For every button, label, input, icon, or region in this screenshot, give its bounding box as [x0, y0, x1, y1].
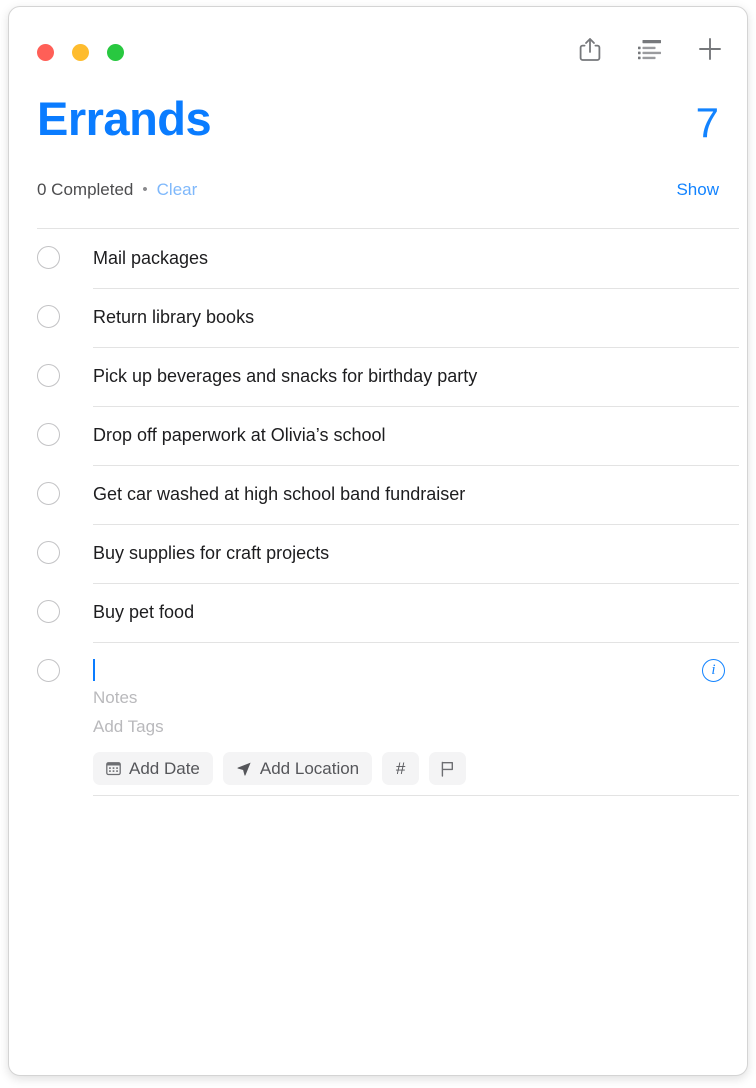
flag-button[interactable]: [429, 752, 467, 785]
maximize-window-button[interactable]: [107, 44, 124, 61]
info-icon: i: [711, 662, 716, 678]
list-header: Errands 7: [9, 89, 747, 175]
reminder-info-button[interactable]: i: [702, 659, 725, 682]
clear-completed-button[interactable]: Clear: [157, 175, 198, 205]
reminder-row[interactable]: Get car washed at high school band fundr…: [37, 465, 739, 524]
complete-circle-icon[interactable]: [37, 482, 60, 505]
reminder-row[interactable]: Buy supplies for craft projects: [37, 524, 739, 583]
reminder-title[interactable]: Return library books: [93, 288, 254, 347]
page-title: Errands: [37, 92, 212, 145]
reminders-window: Errands 7 0 Completed • Clear Show Mail …: [8, 6, 748, 1076]
new-reminder-body: Notes Add Tags Add Date Add Location #: [93, 642, 739, 785]
complete-circle-icon[interactable]: [37, 423, 60, 446]
complete-circle-icon[interactable]: [37, 600, 60, 623]
close-window-button[interactable]: [37, 44, 54, 61]
reminder-row[interactable]: Pick up beverages and snacks for birthda…: [37, 347, 739, 406]
complete-circle-icon[interactable]: [37, 541, 60, 564]
add-date-label: Add Date: [129, 758, 200, 778]
reminder-title[interactable]: Buy supplies for craft projects: [93, 524, 329, 583]
window-controls: [37, 44, 124, 61]
new-reminder-row[interactable]: Notes Add Tags Add Date Add Location # i: [37, 642, 739, 795]
reminder-title[interactable]: Buy pet food: [93, 583, 194, 642]
text-cursor: [93, 659, 95, 681]
add-location-label: Add Location: [259, 758, 360, 778]
new-reminder-title-input[interactable]: [93, 657, 739, 683]
reminder-title[interactable]: Drop off paperwork at Olivia’s school: [93, 406, 385, 465]
calendar-icon: [106, 762, 121, 776]
quick-actions-row: Add Date Add Location #: [93, 752, 739, 785]
plus-icon: [699, 38, 721, 60]
complete-circle-icon[interactable]: [37, 659, 60, 682]
reminder-row[interactable]: Mail packages: [37, 229, 739, 288]
reminder-row[interactable]: Drop off paperwork at Olivia’s school: [37, 406, 739, 465]
list-options-icon: [638, 40, 661, 60]
list-bottom-divider: [93, 795, 739, 796]
reminder-row[interactable]: Return library books: [37, 288, 739, 347]
share-icon: [579, 37, 601, 61]
hashtag-icon: #: [395, 758, 406, 778]
share-button[interactable]: [575, 33, 605, 65]
meta-separator: •: [142, 181, 148, 198]
notes-field[interactable]: Notes: [93, 683, 739, 712]
location-arrow-icon: [237, 762, 251, 776]
reminder-count: 7: [695, 99, 719, 146]
show-completed-button[interactable]: Show: [676, 175, 719, 205]
toolbar-actions: [575, 33, 725, 65]
reminder-title[interactable]: Mail packages: [93, 229, 208, 288]
reminder-title[interactable]: Pick up beverages and snacks for birthda…: [93, 347, 477, 406]
add-reminder-button[interactable]: [695, 33, 725, 65]
reminder-row[interactable]: Buy pet food: [37, 583, 739, 642]
minimize-window-button[interactable]: [72, 44, 89, 61]
complete-circle-icon[interactable]: [37, 305, 60, 328]
window-toolbar: [9, 7, 747, 89]
add-location-button[interactable]: Add Location: [222, 752, 373, 785]
completed-group: 0 Completed • Clear: [37, 175, 197, 205]
add-tag-button[interactable]: #: [382, 752, 420, 785]
completed-count-label: 0 Completed: [37, 180, 134, 199]
reminder-title[interactable]: Get car washed at high school band fundr…: [93, 465, 465, 524]
view-options-button[interactable]: [635, 33, 665, 65]
flag-icon: [441, 761, 454, 777]
complete-circle-icon[interactable]: [37, 246, 60, 269]
complete-circle-icon[interactable]: [37, 364, 60, 387]
completed-bar: 0 Completed • Clear Show: [9, 175, 747, 223]
add-date-button[interactable]: Add Date: [93, 752, 213, 785]
reminders-list: Mail packages Return library books Pick …: [37, 228, 739, 796]
add-tags-field[interactable]: Add Tags: [93, 712, 739, 741]
